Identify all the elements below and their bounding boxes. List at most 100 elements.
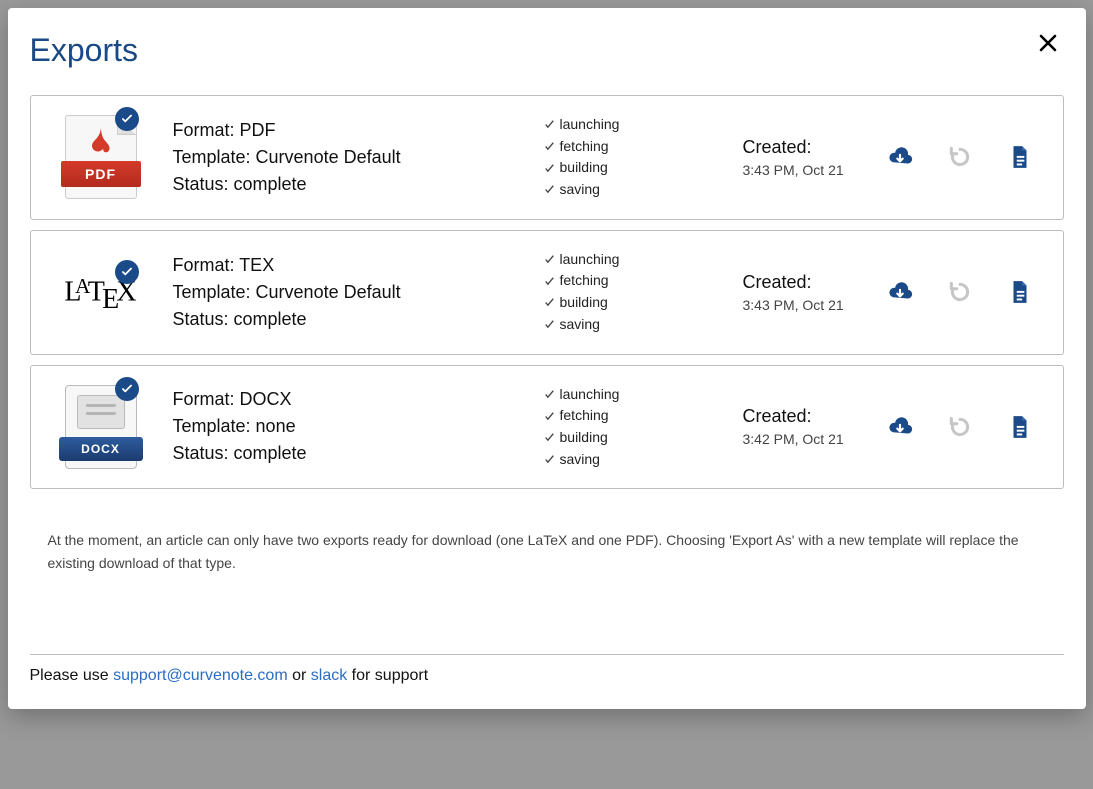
status-value: complete <box>234 174 307 194</box>
view-log-button[interactable] <box>1003 410 1037 444</box>
check-icon <box>543 275 556 288</box>
step-saving: saving <box>560 449 600 471</box>
check-icon <box>543 162 556 175</box>
refresh-icon <box>947 279 973 305</box>
format-value: PDF <box>240 120 276 140</box>
document-icon <box>1007 279 1033 305</box>
step-fetching: fetching <box>560 270 609 292</box>
support-footer: Please use support@curvenote.com or slac… <box>30 667 1064 685</box>
status-check-badge <box>115 260 139 284</box>
created-time: 3:43 PM, Oct 21 <box>743 297 863 313</box>
format-value: DOCX <box>240 389 292 409</box>
cloud-download-icon <box>887 279 913 305</box>
cloud-download-icon <box>887 144 913 170</box>
refresh-button[interactable] <box>943 140 977 174</box>
check-icon <box>543 253 556 266</box>
build-steps: launching fetching building saving <box>543 384 723 471</box>
support-email-link[interactable]: support@curvenote.com <box>113 667 288 684</box>
download-button[interactable] <box>883 140 917 174</box>
check-icon <box>120 265 134 279</box>
footer-suffix: for support <box>347 667 428 684</box>
step-saving: saving <box>560 179 600 201</box>
status-label: Status: <box>173 174 234 194</box>
created-label: Created: <box>743 406 863 427</box>
view-log-button[interactable] <box>1003 140 1037 174</box>
step-building: building <box>560 157 608 179</box>
template-value: Curvenote Default <box>256 282 401 302</box>
check-icon <box>543 183 556 196</box>
created-info: Created: 3:43 PM, Oct 21 <box>743 137 863 178</box>
close-icon <box>1036 31 1060 55</box>
dialog-header: Exports <box>30 32 1064 69</box>
step-launching: launching <box>560 384 620 406</box>
step-launching: launching <box>560 114 620 136</box>
step-fetching: fetching <box>560 405 609 427</box>
template-label: Template: <box>173 416 256 436</box>
status-value: complete <box>234 309 307 329</box>
check-icon <box>543 431 556 444</box>
status-label: Status: <box>173 443 234 463</box>
created-info: Created: 3:43 PM, Oct 21 <box>743 272 863 313</box>
format-icon-col: DOCX <box>49 385 153 469</box>
document-icon <box>1007 144 1033 170</box>
exports-dialog: Exports PDF Format: PDF Template: Curv <box>8 8 1086 709</box>
format-icon-col: PDF <box>49 115 153 199</box>
check-icon <box>543 118 556 131</box>
info-note: At the moment, an article can only have … <box>48 529 1046 574</box>
docx-badge-label: DOCX <box>59 437 143 461</box>
export-row: LATEX Format: TEX Template: Curvenote De… <box>30 230 1064 355</box>
step-launching: launching <box>560 249 620 271</box>
export-row: PDF Format: PDF Template: Curvenote Defa… <box>30 95 1064 220</box>
row-actions <box>883 275 1043 309</box>
format-info: Format: PDF Template: Curvenote Default … <box>173 117 523 198</box>
refresh-button[interactable] <box>943 275 977 309</box>
format-label: Format: <box>173 389 240 409</box>
template-value: Curvenote Default <box>256 147 401 167</box>
format-value: TEX <box>239 255 274 275</box>
template-value: none <box>256 416 296 436</box>
cloud-download-icon <box>887 414 913 440</box>
check-icon <box>120 112 134 126</box>
created-info: Created: 3:42 PM, Oct 21 <box>743 406 863 447</box>
created-time: 3:42 PM, Oct 21 <box>743 431 863 447</box>
format-label: Format: <box>173 255 240 275</box>
view-log-button[interactable] <box>1003 275 1037 309</box>
download-button[interactable] <box>883 410 917 444</box>
created-time: 3:43 PM, Oct 21 <box>743 162 863 178</box>
format-info: Format: DOCX Template: none Status: comp… <box>173 386 523 467</box>
row-actions <box>883 140 1043 174</box>
status-label: Status: <box>173 309 234 329</box>
format-info: Format: TEX Template: Curvenote Default … <box>173 252 523 333</box>
row-actions <box>883 410 1043 444</box>
check-icon <box>543 388 556 401</box>
step-saving: saving <box>560 314 600 336</box>
footer-prefix: Please use <box>30 667 114 684</box>
format-icon-col: LATEX <box>49 268 153 316</box>
step-fetching: fetching <box>560 136 609 158</box>
check-icon <box>543 140 556 153</box>
download-button[interactable] <box>883 275 917 309</box>
refresh-icon <box>947 414 973 440</box>
footer-middle: or <box>288 667 311 684</box>
close-button[interactable] <box>1032 27 1064 64</box>
footer-divider <box>30 654 1064 655</box>
template-label: Template: <box>173 282 256 302</box>
format-label: Format: <box>173 120 240 140</box>
check-icon <box>543 410 556 423</box>
status-check-badge <box>115 377 139 401</box>
refresh-button[interactable] <box>943 410 977 444</box>
check-icon <box>543 318 556 331</box>
build-steps: launching fetching building saving <box>543 249 723 336</box>
export-list: PDF Format: PDF Template: Curvenote Defa… <box>30 95 1064 489</box>
support-slack-link[interactable]: slack <box>311 667 347 684</box>
step-building: building <box>560 292 608 314</box>
status-check-badge <box>115 107 139 131</box>
status-value: complete <box>234 443 307 463</box>
template-label: Template: <box>173 147 256 167</box>
created-label: Created: <box>743 137 863 158</box>
dialog-title: Exports <box>30 32 138 69</box>
export-row: DOCX Format: DOCX Template: none Status:… <box>30 365 1064 490</box>
step-building: building <box>560 427 608 449</box>
pdf-badge-label: PDF <box>61 161 141 187</box>
created-label: Created: <box>743 272 863 293</box>
